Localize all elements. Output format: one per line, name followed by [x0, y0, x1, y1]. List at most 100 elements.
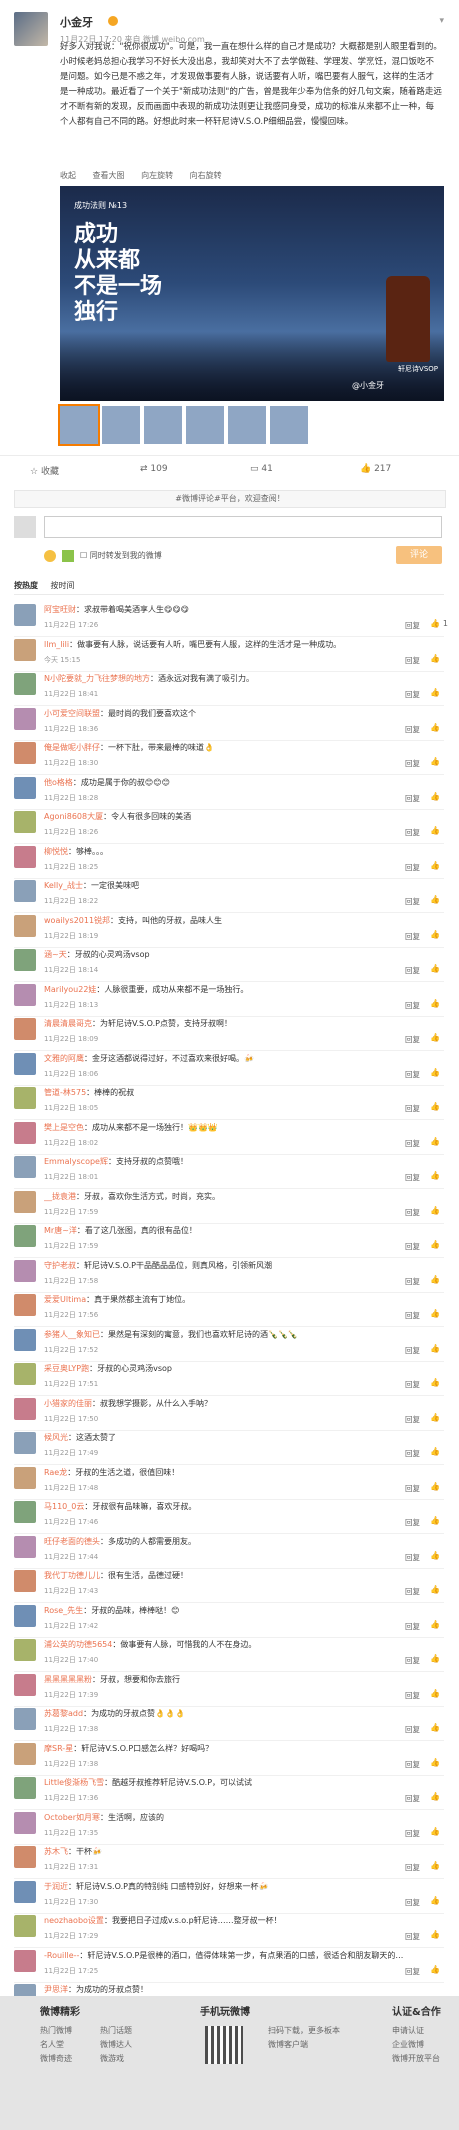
reply-button[interactable]: 回复 — [405, 1862, 420, 1873]
reply-button[interactable]: 回复 — [405, 965, 420, 976]
commenter-avatar[interactable] — [14, 1190, 36, 1213]
like-icon[interactable]: 👍 — [430, 1620, 440, 1629]
reply-button[interactable]: 回复 — [405, 1138, 420, 1149]
reply-button[interactable]: 回复 — [405, 620, 420, 631]
reply-button[interactable]: 回复 — [405, 1172, 420, 1183]
commenter-name[interactable]: 他o格格 — [44, 778, 73, 787]
image-icon[interactable] — [62, 550, 74, 562]
commenter-avatar[interactable] — [14, 1018, 36, 1040]
tab-hot[interactable]: 按热度 — [14, 581, 38, 590]
rotate-right-button[interactable]: 向右旋转 — [190, 171, 222, 180]
commenter-avatar[interactable] — [14, 1949, 36, 1972]
commenter-avatar[interactable] — [14, 949, 36, 971]
commenter-name[interactable]: 涵~天 — [44, 950, 67, 959]
commenter-name[interactable]: 尹思洋 — [44, 1985, 68, 1994]
commenter-avatar[interactable] — [14, 1087, 36, 1109]
thumbnail[interactable] — [144, 406, 182, 444]
footer-link[interactable]: 申请认证 — [392, 2024, 441, 2038]
like-icon[interactable]: 👍 — [430, 757, 440, 766]
commenter-name[interactable]: N小陀要就_力飞往梦想的地方 — [44, 674, 150, 683]
commenter-name[interactable]: 马110_0云 — [44, 1502, 84, 1511]
thumbnail[interactable] — [270, 406, 308, 444]
like-icon[interactable]: 👍 — [430, 1965, 440, 1974]
like-icon[interactable]: 👍 — [430, 1516, 440, 1525]
like-icon[interactable]: 👍 — [430, 688, 440, 697]
commenter-name[interactable]: Little俊渐杨飞雪 — [44, 1778, 104, 1787]
reply-button[interactable]: 回复 — [405, 1000, 420, 1011]
commenter-name[interactable]: 采豆奥LYP跑 — [44, 1364, 89, 1373]
rotate-left-button[interactable]: 向左旋转 — [141, 171, 173, 180]
commenter-name[interactable]: 参猪人__象知已 — [44, 1330, 100, 1339]
author-name[interactable]: 小金牙 — [60, 14, 93, 30]
like-icon[interactable]: 👍 — [430, 1413, 440, 1422]
emoji-icon[interactable] — [44, 550, 56, 562]
repost-checkbox[interactable]: ☐ 同时转发到我的微博 — [80, 550, 162, 561]
commenter-name[interactable]: Rose_先生 — [44, 1606, 83, 1615]
commenter-name[interactable]: Rae龙 — [44, 1468, 67, 1477]
commenter-avatar[interactable] — [14, 1742, 36, 1765]
reply-button[interactable]: 回复 — [405, 931, 420, 942]
commenter-name[interactable]: 小可爱空间联盟 — [44, 709, 100, 718]
like-icon[interactable]: 👍 — [430, 723, 440, 732]
commenter-name[interactable]: 文雅的阿鹰 — [44, 1054, 84, 1063]
like-icon[interactable]: 👍 — [430, 1309, 440, 1318]
like-icon[interactable]: 👍 — [430, 1930, 440, 1939]
commenter-name[interactable]: woailys2011锐邦 — [44, 916, 110, 925]
commenter-avatar[interactable] — [14, 1052, 36, 1075]
reply-button[interactable]: 回复 — [405, 724, 420, 735]
reply-button[interactable]: 回复 — [405, 1310, 420, 1321]
reply-button[interactable]: 回复 — [405, 758, 420, 769]
like-icon[interactable]: 👍 — [430, 1758, 440, 1767]
commenter-avatar[interactable] — [14, 914, 36, 937]
commenter-name[interactable]: 黑黑黑黑黑粉 — [44, 1675, 92, 1684]
commenter-avatar[interactable] — [14, 1535, 36, 1558]
commenter-avatar[interactable] — [14, 638, 36, 661]
like-icon[interactable]: 👍 — [430, 619, 440, 628]
reply-button[interactable]: 回复 — [405, 1759, 420, 1770]
comment-button[interactable]: ▭ 41 — [250, 464, 273, 474]
commenter-name[interactable]: 我代丁功德儿儿 — [44, 1571, 100, 1580]
reply-button[interactable]: 回复 — [405, 827, 420, 838]
reply-button[interactable]: 回复 — [405, 1414, 420, 1425]
footer-link[interactable]: 热门话题 — [100, 2024, 132, 2038]
commenter-name[interactable]: 守护老叔 — [44, 1261, 76, 1270]
reply-button[interactable]: 回复 — [405, 793, 420, 804]
footer-link[interactable]: 微游戏 — [100, 2052, 132, 2066]
commenter-avatar[interactable] — [14, 1570, 36, 1592]
submit-button[interactable]: 评论 — [396, 546, 442, 564]
collect-button[interactable]: ☆ 收藏 — [30, 464, 59, 477]
like-icon[interactable]: 👍 — [430, 1137, 440, 1146]
footer-link[interactable]: 微博达人 — [100, 2038, 132, 2052]
commenter-avatar[interactable] — [14, 1294, 36, 1316]
commenter-name[interactable]: llm_lili — [44, 640, 69, 649]
like-icon[interactable]: 👍 — [430, 964, 440, 973]
reply-button[interactable]: 回复 — [405, 655, 420, 666]
like-icon[interactable]: 👍 — [430, 930, 440, 939]
reply-button[interactable]: 回复 — [405, 1724, 420, 1735]
commenter-avatar[interactable] — [14, 1328, 36, 1351]
commenter-name[interactable]: 阿宝旺财 — [44, 605, 76, 614]
reply-button[interactable]: 回复 — [405, 1517, 420, 1528]
reply-button[interactable]: 回复 — [405, 1483, 420, 1494]
reply-button[interactable]: 回复 — [405, 1207, 420, 1218]
like-icon[interactable]: 👍 — [430, 1344, 440, 1353]
like-icon[interactable]: 👍 — [430, 1654, 440, 1663]
like-icon[interactable]: 👍 — [430, 1585, 440, 1594]
commenter-avatar[interactable] — [14, 1673, 36, 1696]
reply-button[interactable]: 回复 — [405, 689, 420, 700]
commenter-name[interactable]: 于润近 — [44, 1882, 68, 1891]
reply-button[interactable]: 回复 — [405, 1586, 420, 1597]
commenter-name[interactable]: October如月寒 — [44, 1813, 100, 1822]
reply-button[interactable]: 回复 — [405, 1897, 420, 1908]
collapse-button[interactable]: 收起 — [60, 171, 76, 180]
reply-button[interactable]: 回复 — [405, 1103, 420, 1114]
footer-link[interactable]: 微博客户端 — [268, 2038, 340, 2052]
commenter-avatar[interactable] — [14, 604, 36, 626]
commenter-name[interactable]: 樊上是空色 — [44, 1123, 84, 1132]
like-icon[interactable]: 👍 — [430, 895, 440, 904]
commenter-avatar[interactable] — [14, 1639, 36, 1661]
thumbnail[interactable] — [58, 404, 100, 446]
reply-button[interactable]: 回复 — [405, 1379, 420, 1390]
commenter-avatar[interactable] — [14, 1363, 36, 1385]
commenter-name[interactable]: 爱爱Ultima — [44, 1295, 86, 1304]
